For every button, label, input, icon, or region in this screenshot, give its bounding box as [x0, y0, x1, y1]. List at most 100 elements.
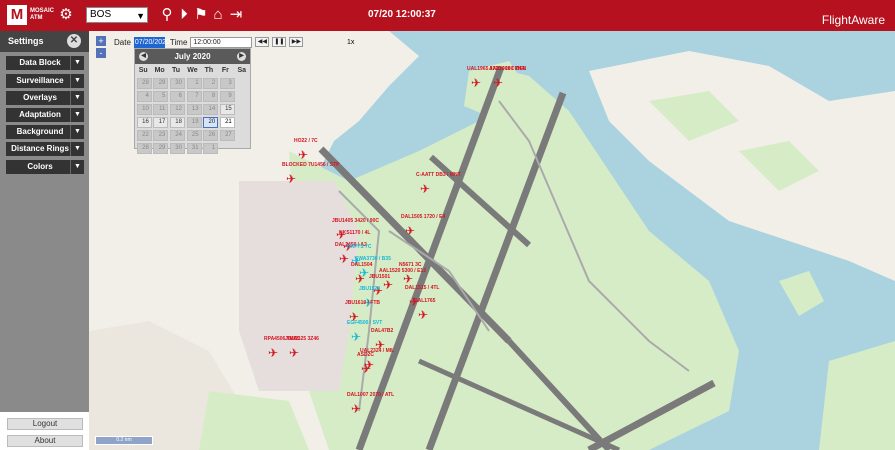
calendar-day[interactable]: 24: [169, 130, 185, 141]
calendar-day[interactable]: 3: [219, 78, 235, 89]
date-input[interactable]: 07/20/2020: [133, 36, 170, 48]
home-icon[interactable]: ⌂: [208, 5, 228, 25]
rewind-button[interactable]: ◀◀: [255, 37, 270, 47]
prev-month-icon[interactable]: ◀: [139, 52, 148, 61]
calendar-day[interactable]: 25: [186, 130, 202, 141]
menu-background[interactable]: Background ▼: [6, 125, 84, 139]
aircraft-data-block[interactable]: NKS1170 / 4L: [339, 231, 370, 236]
aircraft-data-block[interactable]: JBU1610 / FTB: [345, 301, 380, 306]
chevron-down-icon[interactable]: ▼: [70, 142, 84, 156]
calendar-day[interactable]: 28: [136, 78, 152, 89]
calendar-day[interactable]: 18: [169, 117, 185, 128]
calendar-day[interactable]: 10: [136, 104, 152, 115]
menu-adaptation[interactable]: Adaptation ▼: [6, 108, 84, 122]
calendar-day[interactable]: 15: [219, 104, 235, 115]
airplane-icon[interactable]: ✈: [351, 403, 361, 415]
chevron-down-icon[interactable]: ▼: [70, 108, 84, 122]
calendar-day[interactable]: 20: [203, 117, 219, 128]
aircraft-data-block[interactable]: JBU1520: [359, 287, 380, 292]
calendar-day[interactable]: 21: [219, 117, 235, 128]
aircraft-data-block[interactable]: N5671 3C: [399, 263, 422, 268]
aircraft-data-block[interactable]: DAL47B2: [371, 329, 393, 334]
aircraft-data-block[interactable]: AAL2009 / PHX: [489, 67, 525, 72]
airplane-icon[interactable]: ✈: [418, 309, 428, 321]
calendar-day[interactable]: 9: [219, 91, 235, 102]
next-month-icon[interactable]: ▶: [237, 52, 246, 61]
airplane-icon[interactable]: ✈: [355, 273, 365, 285]
airplane-icon[interactable]: ✈: [298, 149, 308, 161]
calendar-day[interactable]: 22: [136, 130, 152, 141]
aircraft-data-block[interactable]: UAL2324 / MIL: [360, 349, 394, 354]
calendar-day[interactable]: 11: [153, 104, 169, 115]
calendar-day[interactable]: 7: [186, 91, 202, 102]
aircraft-data-block[interactable]: DAL1765: [414, 299, 435, 304]
chevron-down-icon[interactable]: ▼: [70, 160, 84, 174]
calendar-day[interactable]: 31: [186, 143, 202, 154]
calendar-day[interactable]: 29: [153, 78, 169, 89]
chevron-down-icon[interactable]: ▼: [70, 125, 84, 139]
calendar-day[interactable]: 1: [186, 78, 202, 89]
calendar-day[interactable]: 2: [203, 78, 219, 89]
calendar-day[interactable]: 17: [153, 117, 169, 128]
pause-button[interactable]: ❚❚: [272, 37, 287, 47]
airplane-icon[interactable]: ✈: [364, 359, 374, 371]
logout-icon[interactable]: ⇥: [226, 5, 246, 25]
calendar-day[interactable]: 16: [136, 117, 152, 128]
airplane-icon[interactable]: ✈: [349, 311, 359, 323]
airplane-icon[interactable]: ✈: [403, 273, 413, 285]
airplane-icon[interactable]: ✈: [289, 347, 299, 359]
menu-surveillance[interactable]: Surveillance ▼: [6, 74, 84, 88]
airport-map[interactable]: + - Date 07/20/2020 Time 12:00:00 ◀◀ ❚❚ …: [89, 31, 895, 450]
chevron-down-icon[interactable]: ▼: [70, 74, 84, 88]
aircraft-data-block[interactable]: DAL1505 1720 / E4: [401, 215, 445, 220]
aircraft-data-block[interactable]: JBU2325 3Z46: [285, 337, 319, 342]
calendar-day[interactable]: 1: [203, 143, 219, 154]
menu-distance-rings[interactable]: Distance Rings ▼: [6, 142, 84, 156]
airplane-icon[interactable]: ✈: [383, 279, 393, 291]
close-icon[interactable]: ✕: [67, 34, 81, 48]
chevron-down-icon[interactable]: ▼: [70, 56, 84, 70]
aircraft-data-block[interactable]: HO22 / 7C: [294, 139, 318, 144]
airplane-icon[interactable]: ✈: [351, 331, 361, 343]
airplane-icon[interactable]: ✈: [405, 225, 415, 237]
chevron-down-icon[interactable]: ▼: [70, 91, 84, 105]
calendar-day[interactable]: 26: [203, 130, 219, 141]
calendar-day[interactable]: 23: [153, 130, 169, 141]
airplane-icon[interactable]: ✈: [493, 77, 503, 89]
about-button[interactable]: About: [7, 435, 83, 447]
calendar-day[interactable]: 8: [203, 91, 219, 102]
calendar-day[interactable]: 14: [203, 104, 219, 115]
calendar-day[interactable]: 28: [136, 143, 152, 154]
aircraft-data-block[interactable]: DAL1007 2070 / ATL: [347, 393, 394, 398]
aircraft-data-block[interactable]: DAL1504: [351, 263, 372, 268]
aircraft-data-block[interactable]: JBU1405 3420 / 90C: [332, 219, 379, 224]
calendar-day[interactable]: 30: [169, 143, 185, 154]
aircraft-data-block[interactable]: BLOCKED 7U1456 / STP: [282, 163, 340, 168]
zoom-out-button[interactable]: -: [96, 48, 106, 58]
calendar-day[interactable]: 4: [136, 91, 152, 102]
airplane-icon[interactable]: ✈: [286, 173, 296, 185]
calendar-day[interactable]: 29: [153, 143, 169, 154]
gear-icon[interactable]: ⚙: [56, 5, 76, 25]
airplane-icon[interactable]: ✈: [420, 183, 430, 195]
aircraft-data-block[interactable]: DAL1515 / 4TL: [405, 286, 439, 291]
airport-select[interactable]: BOS ▼: [86, 7, 148, 23]
calendar-day[interactable]: 30: [169, 78, 185, 89]
airplane-icon[interactable]: ✈: [268, 347, 278, 359]
time-input[interactable]: 12:00:00: [190, 36, 253, 48]
menu-overlays[interactable]: Overlays ▼: [6, 91, 84, 105]
menu-data-block[interactable]: Data Block ▼: [6, 56, 84, 70]
calendar-day[interactable]: 6: [169, 91, 185, 102]
zoom-in-button[interactable]: +: [96, 36, 106, 46]
menu-colors[interactable]: Colors ▼: [6, 160, 84, 174]
logout-button[interactable]: Logout: [7, 418, 83, 430]
aircraft-data-block[interactable]: C-AATT DB3 / MNT: [416, 173, 461, 178]
airplane-icon[interactable]: ✈: [339, 253, 349, 265]
airplane-icon[interactable]: ✈: [471, 77, 481, 89]
calendar-day[interactable]: 13: [186, 104, 202, 115]
calendar-day[interactable]: 12: [169, 104, 185, 115]
calendar-day[interactable]: 27: [219, 130, 235, 141]
forward-button[interactable]: ▶▶: [289, 37, 304, 47]
calendar-day[interactable]: 5: [153, 91, 169, 102]
aircraft-data-block[interactable]: KAP7S 7C: [347, 245, 371, 250]
